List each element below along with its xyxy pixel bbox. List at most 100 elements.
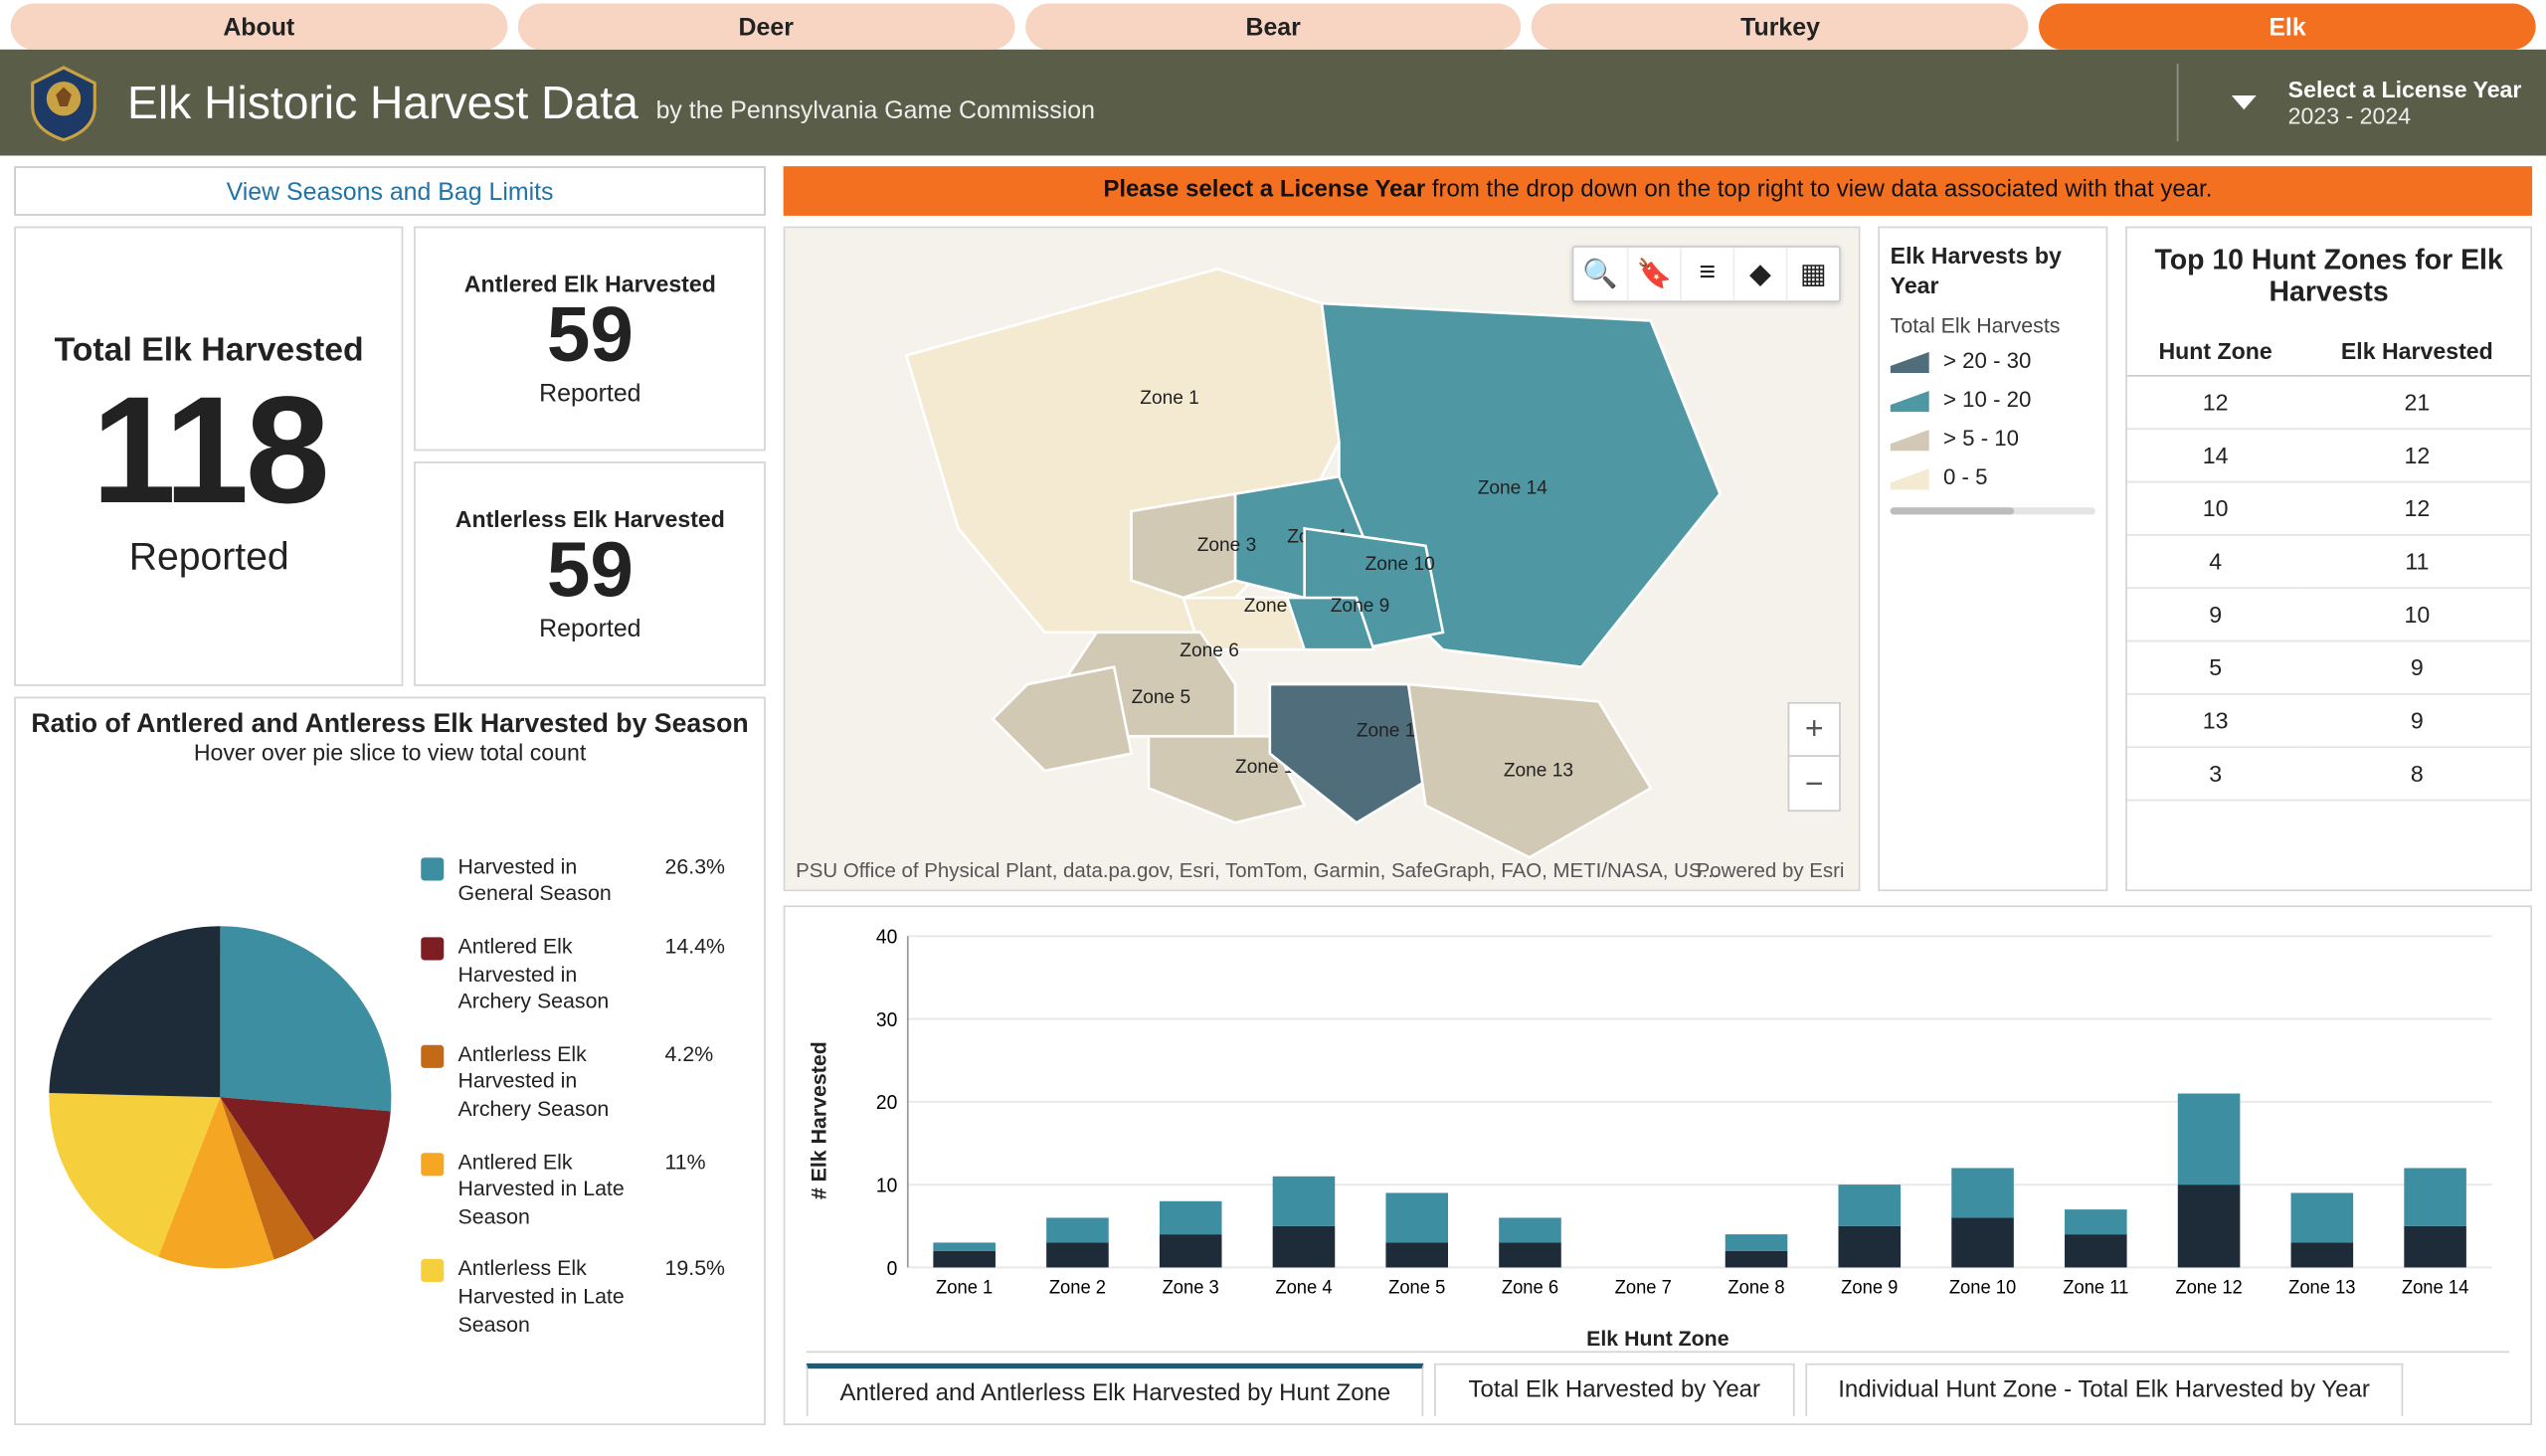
bar-segment[interactable]: [1046, 1242, 1109, 1267]
table-row[interactable]: 910: [2127, 588, 2530, 640]
x-tick-label: Zone 2: [1049, 1277, 1106, 1299]
license-year-dropdown[interactable]: Select a License Year 2023 - 2024: [2177, 64, 2522, 141]
y-tick-label: 20: [876, 1092, 897, 1115]
map-basemap-button[interactable]: ▦: [1786, 248, 1839, 300]
pie-slice[interactable]: [220, 925, 391, 1110]
bar-segment[interactable]: [1273, 1177, 1336, 1226]
tab-deer[interactable]: Deer: [518, 4, 1014, 50]
pie-slice[interactable]: [49, 925, 220, 1096]
chart-tab[interactable]: Total Elk Harvested by Year: [1435, 1364, 1794, 1416]
bar-segment[interactable]: [933, 1242, 996, 1250]
bar-segment[interactable]: [1499, 1217, 1561, 1242]
legend-pct: 14.4%: [665, 934, 740, 959]
map-zone-label: Zone 5: [1132, 687, 1191, 708]
table-row[interactable]: 1412: [2127, 429, 2530, 481]
map-legend-scrollbar[interactable]: [1891, 507, 2095, 514]
table-row[interactable]: 59: [2127, 641, 2530, 694]
header-bar: Elk Historic Harvest Data by the Pennsyl…: [0, 50, 2546, 156]
map-zoom-out[interactable]: −: [1789, 757, 1839, 810]
y-tick-label: 0: [887, 1257, 898, 1280]
x-tick-label: Zone 11: [2063, 1277, 2128, 1299]
notice-rest: from the drop down on the top right to v…: [1425, 175, 2212, 202]
legend-pct: 19.5%: [665, 1256, 740, 1281]
bar-segment[interactable]: [2291, 1192, 2354, 1242]
bar-segment[interactable]: [1499, 1242, 1561, 1267]
choropleth-map[interactable]: Zone 1Zone 14Zone 4Zone 3Zone 10Zone 8Zo…: [785, 228, 1858, 889]
bar-x-axis-label: Elk Hunt Zone: [807, 1327, 2509, 1352]
table-header[interactable]: Elk Harvested: [2303, 327, 2530, 376]
table-row[interactable]: 38: [2127, 747, 2530, 800]
pie-chart[interactable]: [30, 906, 410, 1286]
bar-segment[interactable]: [1273, 1226, 1336, 1268]
table-row[interactable]: 411: [2127, 535, 2530, 588]
tab-about[interactable]: About: [11, 4, 507, 50]
bar-segment[interactable]: [1951, 1217, 2014, 1267]
bar-segment[interactable]: [1838, 1184, 1901, 1226]
pie-legend-item: Antlerless Elk Harvested in Late Season …: [421, 1256, 739, 1339]
bar-segment[interactable]: [2291, 1242, 2354, 1267]
bar-segment[interactable]: [1951, 1168, 2014, 1217]
y-tick-label: 10: [876, 1175, 897, 1197]
table-row[interactable]: 1221: [2127, 376, 2530, 429]
table-cell: 11: [2303, 535, 2530, 588]
bookmark-icon: 🔖: [1637, 257, 1672, 292]
table-header[interactable]: Hunt Zone: [2127, 327, 2303, 376]
table-cell: 21: [2303, 376, 2530, 429]
chart-tab[interactable]: Individual Hunt Zone - Total Elk Harvest…: [1804, 1364, 2403, 1416]
pie-legend[interactable]: Harvested in General Season 26.3% Antler…: [421, 853, 750, 1339]
view-seasons-link[interactable]: View Seasons and Bag Limits: [14, 166, 766, 216]
page-title: Elk Historic Harvest Data: [127, 76, 638, 130]
bar-chart[interactable]: 010203040Zone 1Zone 2Zone 3Zone 4Zone 5Z…: [838, 918, 2509, 1323]
bar-segment[interactable]: [1726, 1251, 1788, 1268]
pie-subtitle: Hover over pie slice to view total count: [30, 739, 750, 766]
bar-segment[interactable]: [2065, 1234, 2127, 1267]
table-cell: 14: [2127, 429, 2303, 481]
map-legend-button[interactable]: ≡: [1680, 248, 1732, 300]
pie-chart-panel: Ratio of Antlered and Antleress Elk Harv…: [14, 697, 766, 1426]
antlerless-reported: Reported: [539, 614, 640, 641]
bar-segment[interactable]: [1385, 1242, 1448, 1267]
table-cell: 12: [2303, 482, 2530, 535]
top10-table[interactable]: Hunt ZoneElk Harvested122114121012411910…: [2127, 327, 2530, 889]
bar-segment[interactable]: [1385, 1192, 1448, 1242]
tab-elk[interactable]: Elk: [2039, 4, 2535, 50]
tab-turkey[interactable]: Turkey: [1532, 4, 2028, 50]
pie-title: Ratio of Antlered and Antleress Elk Harv…: [30, 709, 750, 739]
x-tick-label: Zone 12: [2175, 1277, 2242, 1299]
legend-pct: 26.3%: [665, 853, 740, 878]
antlered-panel: Antlered Elk Harvested 59 Reported: [415, 227, 766, 452]
table-row[interactable]: 1012: [2127, 482, 2530, 535]
bar-segment[interactable]: [1838, 1226, 1901, 1268]
x-tick-label: Zone 10: [1949, 1277, 2016, 1299]
x-tick-label: Zone 3: [1163, 1277, 1219, 1299]
bar-segment[interactable]: [1160, 1201, 1222, 1234]
bar-segment[interactable]: [1160, 1234, 1222, 1267]
chart-tab[interactable]: Antlered and Antlerless Elk Harvested by…: [807, 1364, 1424, 1416]
map-layers-button[interactable]: ◆: [1732, 248, 1785, 300]
map-panel[interactable]: Zone 1Zone 14Zone 4Zone 3Zone 10Zone 8Zo…: [784, 227, 1861, 892]
bar-segment[interactable]: [1046, 1217, 1109, 1242]
legend-label: Antlerless Elk Harvested in Late Season: [458, 1256, 651, 1339]
bar-segment[interactable]: [2178, 1184, 2241, 1267]
table-cell: 9: [2303, 694, 2530, 747]
tab-bear[interactable]: Bear: [1025, 4, 1522, 50]
map-bookmark-button[interactable]: 🔖: [1627, 248, 1680, 300]
map-zoom-in[interactable]: +: [1789, 704, 1839, 757]
notice-bar: Please select a License Year from the dr…: [784, 166, 2532, 216]
bar-segment[interactable]: [2178, 1094, 2241, 1185]
map-zone-label: Zone 1: [1140, 388, 1199, 409]
map-search-button[interactable]: 🔍: [1573, 248, 1626, 300]
table-row[interactable]: 139: [2127, 694, 2530, 747]
legend-label: Harvested in General Season: [458, 853, 651, 908]
map-zone[interactable]: [993, 667, 1131, 771]
legend-pct: 11%: [665, 1149, 740, 1174]
map-legend-item: 0 - 5: [1891, 464, 2095, 489]
bar-segment[interactable]: [933, 1251, 996, 1268]
map-toolbar: 🔍 🔖 ≡ ◆ ▦: [1572, 246, 1841, 302]
bar-segment[interactable]: [2404, 1226, 2466, 1268]
bar-segment[interactable]: [2404, 1168, 2466, 1225]
bar-segment[interactable]: [2065, 1209, 2127, 1234]
x-tick-label: Zone 14: [2402, 1277, 2468, 1299]
year-selector-value: 2023 - 2024: [2288, 102, 2522, 129]
bar-segment[interactable]: [1726, 1234, 1788, 1251]
